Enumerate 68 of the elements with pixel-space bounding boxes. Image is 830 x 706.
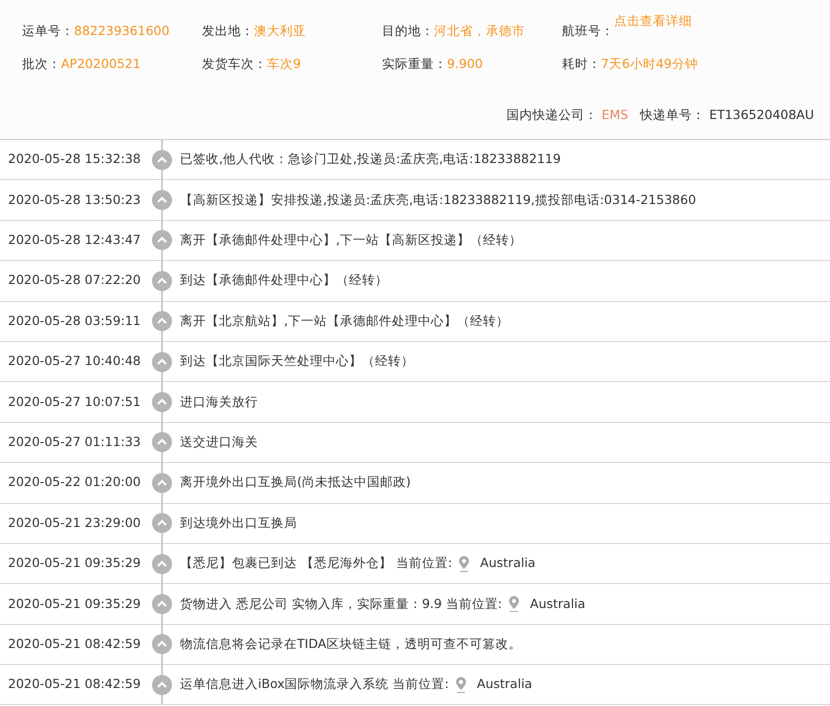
field-value: 车次9 (267, 54, 301, 73)
event-time: 2020-05-21 08:42:59 (7, 675, 142, 694)
chevron-up-icon (152, 554, 172, 574)
event-time: 2020-05-22 01:20:00 (7, 473, 142, 492)
field-label: 运单号： (22, 22, 74, 40)
event-description: 离开境外出口互换局(尚未抵达中国邮政) (179, 473, 411, 492)
event-time: 2020-05-27 10:40:48 (7, 352, 142, 370)
event-description: 离开【北京航站】,下一站【承德邮件处理中心】（经转） (179, 312, 509, 330)
chevron-up-icon (152, 190, 172, 210)
event-description: 已签收,他人代收：急诊门卫处,投递员:孟庆亮,电话:18233882119 (179, 150, 561, 168)
chevron-up-icon (152, 392, 172, 412)
field-label: 目的地： (382, 22, 434, 40)
event-time: 2020-05-27 10:07:51 (7, 392, 142, 411)
chevron-up-icon (152, 270, 172, 291)
event-time: 2020-05-28 13:50:23 (7, 190, 142, 209)
chevron-up-icon (152, 513, 172, 534)
chevron-up-icon (152, 594, 172, 614)
details-link[interactable]: 点击查看详细 (614, 12, 692, 31)
chevron-up-icon (152, 150, 172, 170)
field-value: 9.900 (447, 54, 483, 73)
event-location: Australia (480, 554, 536, 572)
field-label: 发货车次： (202, 54, 267, 73)
event-description: 货物进入 悉尼公司 实物入库，实际重量：9.9 当前位置: (179, 594, 502, 613)
field-value: 澳大利亚 (254, 22, 306, 40)
field-value: 河北省，承德市 (434, 22, 525, 40)
event-description: 到达【北京国际天竺处理中心】（经转） (179, 352, 414, 370)
field-label: 发出地： (202, 22, 254, 40)
event-description: 进口海关放行 (179, 392, 258, 411)
event-location: Australia (476, 675, 532, 694)
location-pin-icon (508, 596, 520, 612)
field-label: 批次： (22, 54, 61, 73)
chevron-up-icon (152, 352, 172, 372)
chevron-up-icon (152, 674, 172, 695)
event-time: 2020-05-27 01:11:33 (7, 433, 142, 452)
event-time: 2020-05-28 12:43:47 (7, 231, 142, 250)
event-time: 2020-05-28 07:22:20 (7, 271, 142, 290)
event-time: 2020-05-28 03:59:11 (7, 312, 142, 330)
chevron-up-icon (152, 634, 172, 654)
tracking-number: ET136520408AU (709, 106, 814, 124)
field-label: 航班号： (562, 22, 614, 40)
event-time: 2020-05-21 09:35:29 (7, 594, 142, 613)
location-pin-icon (454, 676, 467, 693)
event-time: 2020-05-21 08:42:59 (7, 635, 142, 653)
field-label: 耗时： (562, 54, 601, 73)
field-value: AP20200521 (61, 54, 141, 73)
event-location: Australia (530, 594, 586, 613)
event-description: 到达【承德邮件处理中心】（经转） (179, 271, 388, 290)
event-time: 2020-05-21 09:35:29 (7, 554, 142, 572)
courier-name: EMS (602, 106, 628, 124)
courier-label: 国内快递公司： (506, 106, 598, 124)
event-description: 运单信息进入iBox国际物流录入系统 当前位置: (179, 675, 449, 694)
event-time: 2020-05-28 15:32:38 (7, 150, 142, 168)
field-value: 7天6小时49分钟 (601, 54, 698, 73)
field-label: 实际重量： (382, 54, 447, 73)
tracking-label: 快递单号： (640, 106, 706, 124)
event-description: 到达境外出口互换局 (179, 514, 297, 532)
event-description: 送交进口海关 (179, 433, 258, 452)
event-time: 2020-05-21 23:29:00 (7, 514, 142, 532)
chevron-up-icon (152, 311, 172, 332)
event-description: 物流信息将会记录在TIDA区块链主链，透明可查不可篡改。 (179, 635, 522, 653)
field-value: 882239361600 (74, 22, 170, 40)
chevron-up-icon (152, 432, 172, 452)
chevron-up-icon (152, 230, 172, 250)
event-description: 离开【承德邮件处理中心】,下一站【高新区投递】（经转） (179, 231, 522, 250)
event-description: 【悉尼】包裹已到达 【悉尼海外仓】 当前位置: (179, 554, 452, 572)
location-pin-icon (458, 556, 470, 572)
chevron-up-icon (152, 472, 172, 493)
event-description: 【高新区投递】安排投递,投递员:孟庆亮,电话:18233882119,揽投部电话:0314-2153860 (179, 190, 696, 209)
